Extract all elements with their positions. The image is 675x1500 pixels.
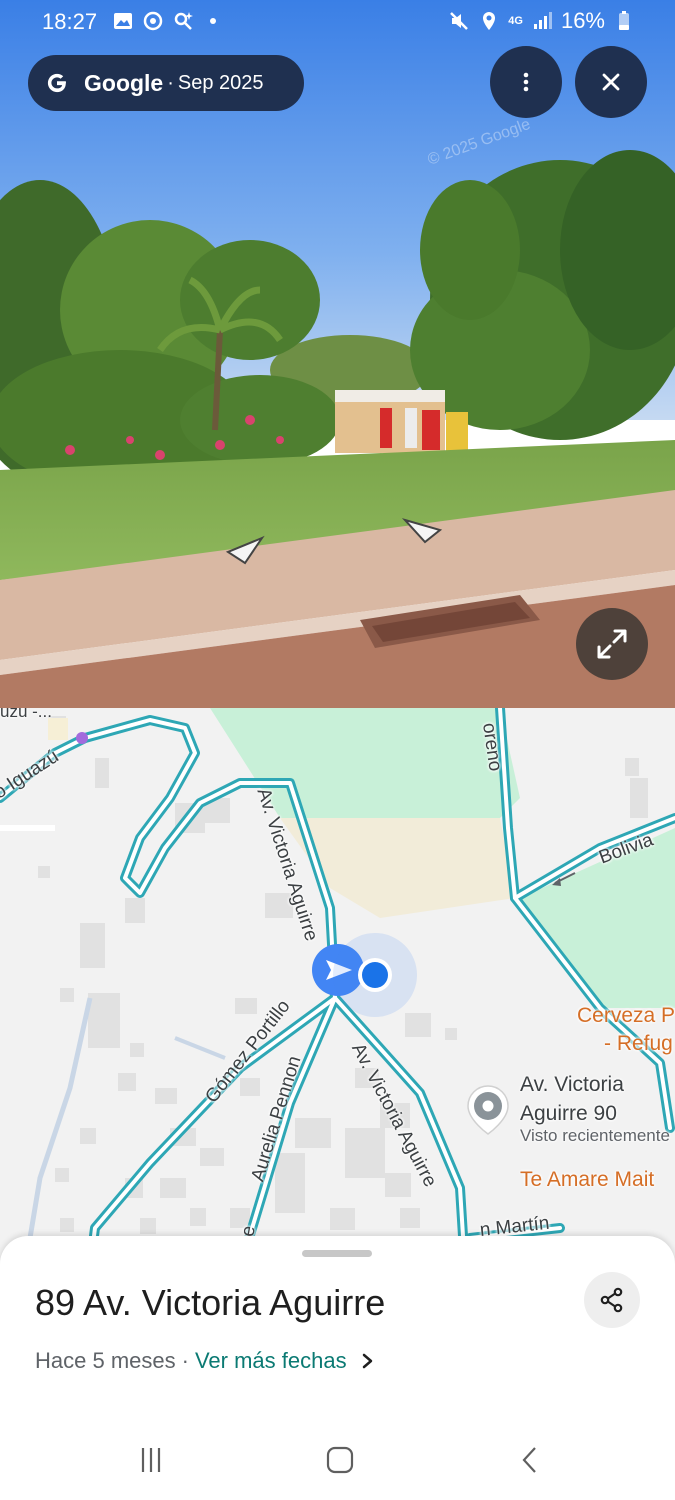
street-view-photo[interactable]: © 2025 Google 18:27 4G 16% Google · Sep … (0, 0, 675, 708)
battery-percentage: 16% (560, 8, 605, 33)
recent-apps-button[interactable] (131, 1442, 171, 1478)
mute-icon (450, 12, 469, 30)
google-logo-icon (47, 73, 66, 93)
date-separator: · (181, 1348, 189, 1373)
recent-apps-icon (141, 1448, 161, 1472)
status-bar: 18:27 4G 16% (0, 0, 675, 44)
dot-icon (210, 18, 216, 24)
source-provider: Google (84, 69, 164, 96)
share-button[interactable] (584, 1272, 640, 1328)
saved-place-subtitle: Visto recientemente (520, 1126, 670, 1145)
share-icon (600, 1287, 623, 1313)
fullscreen-button[interactable] (576, 608, 648, 680)
system-navigation-bar (0, 1420, 675, 1500)
transit-dot (76, 732, 88, 744)
drag-handle[interactable] (302, 1250, 372, 1257)
map-view[interactable]: o Iguazú uzú -... Av. Victoria Aguirre A… (0, 708, 675, 1268)
capture-age: Hace 5 meses (35, 1348, 176, 1373)
capture-date: Sep 2025 (177, 71, 264, 94)
more-options-button[interactable] (490, 46, 562, 118)
imagery-source-chip[interactable]: Google · Sep 2025 (28, 55, 304, 111)
place-label-top: uzú -... (0, 708, 52, 721)
more-vertical-icon (523, 72, 529, 92)
home-button[interactable] (320, 1442, 360, 1478)
saved-place-pin-icon[interactable] (467, 1085, 509, 1135)
capture-age-row: Hace 5 meses · Ver más fechas (35, 1348, 375, 1374)
close-button[interactable] (575, 46, 647, 118)
status-time: 18:27 (42, 9, 98, 34)
close-icon (602, 73, 620, 91)
place-bottom-sheet[interactable]: 89 Av. Victoria Aguirre Hace 5 meses · V… (0, 1236, 675, 1500)
saved-place-name[interactable]: Av. Victoria Aguirre 90 (520, 1070, 675, 1128)
place-label-refugio[interactable]: - Refug (604, 1032, 673, 1056)
search-sparkle-icon (174, 12, 193, 30)
source-separator: · (167, 71, 174, 94)
chevron-right-icon[interactable] (361, 1352, 375, 1370)
battery-icon (619, 11, 629, 30)
my-location-dot (362, 962, 388, 988)
place-label-te-amare[interactable]: Te Amare Mait (520, 1168, 654, 1192)
place-label-cerveza[interactable]: Cerveza P (577, 1004, 675, 1028)
address-title: 89 Av. Victoria Aguirre (35, 1282, 386, 1323)
notification-icons (112, 10, 224, 32)
location-icon (483, 12, 496, 30)
back-icon (522, 1447, 536, 1473)
gallery-icon (114, 13, 132, 29)
home-icon (326, 1446, 354, 1474)
ai-app-icon (143, 11, 163, 31)
expand-icon (597, 629, 627, 659)
see-more-dates-link[interactable]: Ver más fechas (195, 1348, 347, 1374)
back-button[interactable] (510, 1442, 550, 1478)
network-type: 4G (508, 15, 523, 27)
system-status: 4G 16% (448, 8, 635, 34)
signal-icon (533, 12, 552, 29)
